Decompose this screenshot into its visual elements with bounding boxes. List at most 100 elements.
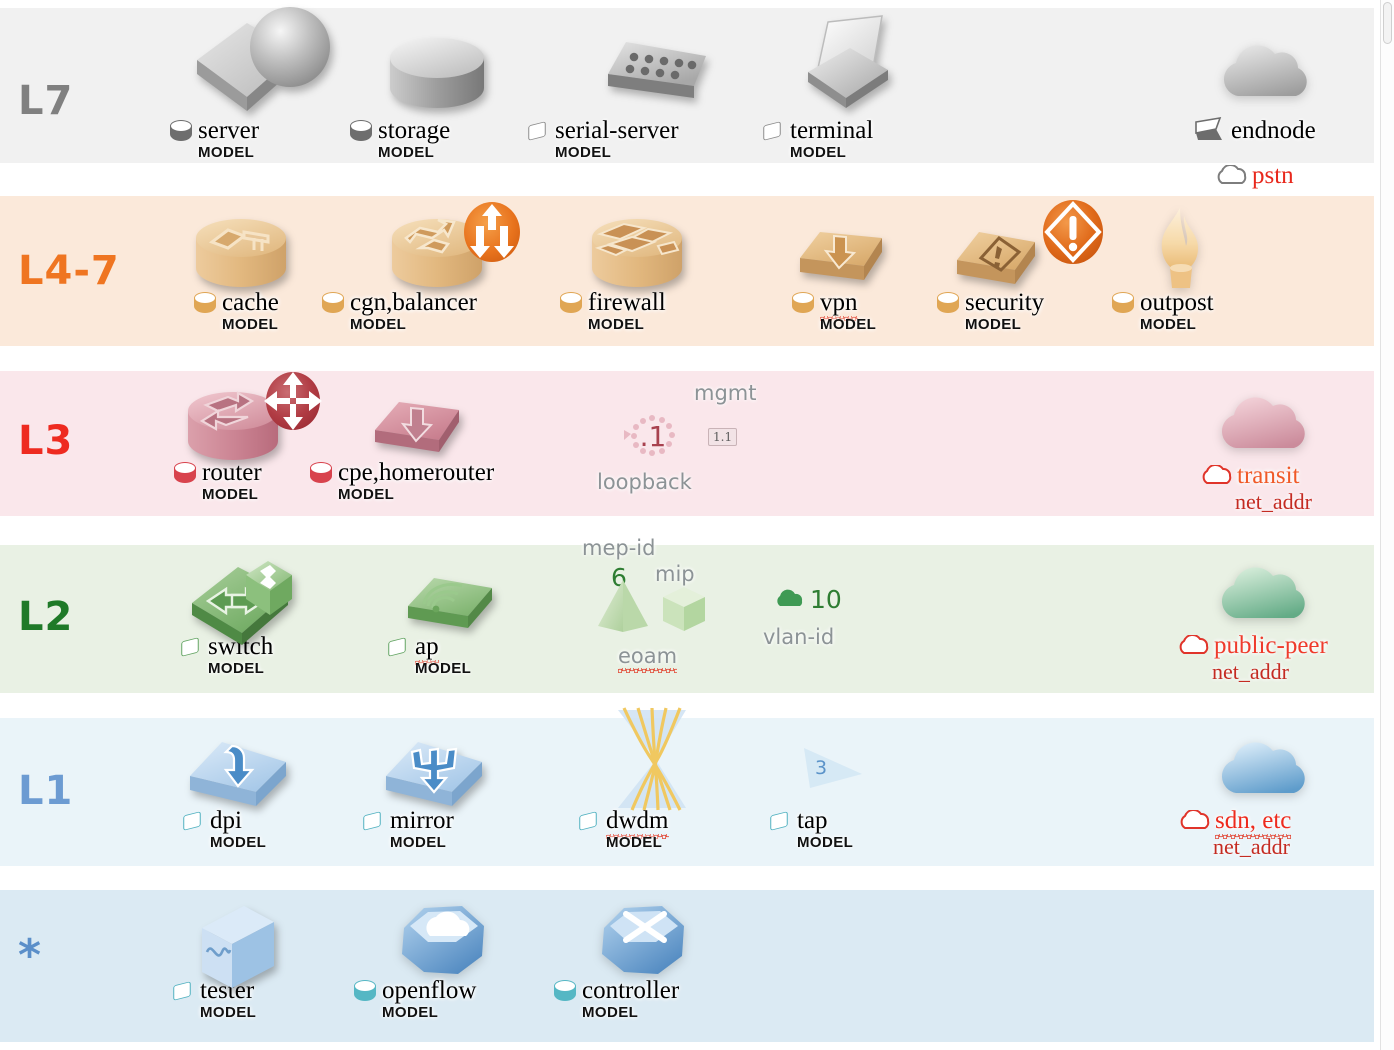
node-sublabel: MODEL — [820, 316, 877, 333]
node-sublabel: MODEL — [390, 834, 447, 851]
annotation-mep-id: mep-id — [582, 536, 655, 560]
cloud-outline-gray-icon — [1214, 165, 1250, 187]
mgmt-value: 1.1 — [708, 428, 738, 446]
loopback-value: .1 — [640, 420, 667, 453]
diamond-gray-icon — [760, 119, 786, 143]
endnode-cloud-icon — [1213, 38, 1318, 108]
mgmt-value-box: 1.1 — [708, 428, 738, 446]
node-sublabel: MODEL — [555, 144, 612, 161]
node-sublabel: net_addr — [1213, 834, 1290, 859]
balancer-badge-icon — [456, 196, 528, 268]
node-label: endnode — [1231, 117, 1316, 144]
node-storage[interactable]: storage MODEL — [348, 118, 450, 161]
node-label: tap — [797, 807, 828, 834]
node-outpost[interactable]: outpost MODEL — [1110, 290, 1214, 333]
loopback-tag: loopback — [597, 470, 692, 494]
node-sublabel: MODEL — [1140, 316, 1197, 333]
annotation-loopback: loopback — [597, 470, 692, 494]
diamond-teal-icon — [767, 809, 793, 833]
storage-icon — [382, 33, 492, 123]
router-badge-icon — [258, 366, 328, 436]
cylinder-teal-icon — [352, 979, 378, 1003]
dpi-icon — [182, 730, 297, 825]
node-sublabel: net_addr — [1212, 659, 1289, 684]
cpe-homerouter-icon — [365, 390, 475, 475]
vertical-scrollbar[interactable] — [1380, 0, 1394, 1050]
node-label: terminal — [790, 117, 874, 144]
cloud-outline-red-icon — [1199, 465, 1235, 487]
security-alert-badge-icon — [1035, 194, 1111, 270]
node-sublabel: MODEL — [202, 486, 259, 503]
diamond-teal-icon — [576, 809, 602, 833]
node-sublabel: MODEL — [382, 1004, 439, 1021]
mgmt-tag: mgmt — [694, 381, 757, 405]
node-sublabel: MODEL — [415, 660, 472, 677]
transit-cloud-icon — [1211, 390, 1316, 460]
node-tap[interactable]: tap MODEL — [767, 808, 853, 851]
legend-canvas: L7 server MODEL storage MODEL serial-ser… — [0, 0, 1394, 1050]
node-endnode[interactable]: endnode — [1194, 116, 1316, 143]
row-label-l2: L2 — [18, 594, 74, 640]
cylinder-tan-icon — [320, 291, 346, 315]
node-label: transit — [1237, 462, 1300, 489]
node-sublabel: MODEL — [790, 144, 847, 161]
row-label-star: * — [18, 930, 43, 981]
node-transit[interactable]: transit net_addr — [1199, 463, 1312, 515]
cache-icon — [190, 208, 295, 303]
firewall-icon — [586, 208, 696, 303]
vpn-icon — [790, 218, 895, 303]
row-label-l1: L1 — [18, 768, 74, 814]
node-sublabel: net_addr — [1235, 489, 1312, 514]
node-sublabel: MODEL — [210, 834, 267, 851]
node-sublabel: MODEL — [797, 834, 854, 851]
outpost-flame-icon — [1140, 204, 1220, 294]
row-label-l3: L3 — [18, 418, 74, 464]
node-sublabel: MODEL — [338, 486, 395, 503]
terminal-icon — [790, 10, 905, 120]
tap-value: 3 — [815, 757, 828, 779]
node-sublabel: MODEL — [606, 834, 663, 851]
node-sublabel: MODEL — [588, 316, 645, 333]
node-label: public-peer — [1214, 632, 1328, 659]
cylinder-tan-icon — [1110, 291, 1136, 315]
node-terminal[interactable]: terminal MODEL — [760, 118, 873, 161]
eoam-tag: eoam — [618, 644, 678, 673]
loopback-icon: .1 — [612, 412, 692, 470]
annotation-vlan-id: vlan-id — [763, 625, 834, 649]
vlan-id-tag: vlan-id — [763, 625, 835, 649]
mip-cube-icon — [659, 583, 709, 635]
node-sublabel: MODEL — [378, 144, 435, 161]
node-public-peer[interactable]: public-peer net_addr — [1176, 633, 1328, 685]
cylinder-teal-icon — [552, 979, 578, 1003]
endnode-glyph-icon — [1194, 116, 1228, 142]
node-sublabel: MODEL — [222, 316, 279, 333]
node-sublabel: MODEL — [198, 144, 255, 161]
scrollbar-thumb[interactable] — [1383, 2, 1392, 44]
cylinder-gray-icon — [348, 119, 374, 143]
node-server[interactable]: server MODEL — [168, 118, 259, 161]
node-serial-server[interactable]: serial-server MODEL — [525, 118, 679, 161]
server-icon — [185, 5, 340, 120]
row-label-l7: L7 — [18, 78, 74, 124]
node-label: pstn — [1252, 162, 1294, 189]
node-sublabel: MODEL — [200, 1004, 257, 1021]
node-sdn[interactable]: sdn, etc net_addr — [1177, 807, 1292, 860]
mirror-icon — [378, 730, 493, 825]
node-sublabel: MODEL — [350, 316, 407, 333]
node-sublabel: MODEL — [965, 316, 1022, 333]
vlan-cloud-icon — [774, 588, 808, 610]
ap-icon — [400, 564, 505, 649]
node-pstn[interactable]: pstn — [1214, 163, 1294, 188]
mep-id-tag: mep-id — [582, 536, 656, 560]
sdn-cloud-icon — [1211, 735, 1316, 805]
node-label: server — [198, 117, 260, 144]
vlan-id-value: 10 — [810, 585, 842, 614]
tap-icon — [790, 742, 870, 802]
controller-icon — [592, 898, 697, 988]
node-label: serial-server — [555, 117, 679, 144]
switch-icon — [180, 545, 305, 650]
public-peer-cloud-icon — [1211, 560, 1316, 630]
mep-cone-icon — [592, 576, 654, 636]
annotation-mgmt: mgmt — [694, 381, 756, 405]
cloud-outline-red-icon — [1177, 810, 1213, 832]
